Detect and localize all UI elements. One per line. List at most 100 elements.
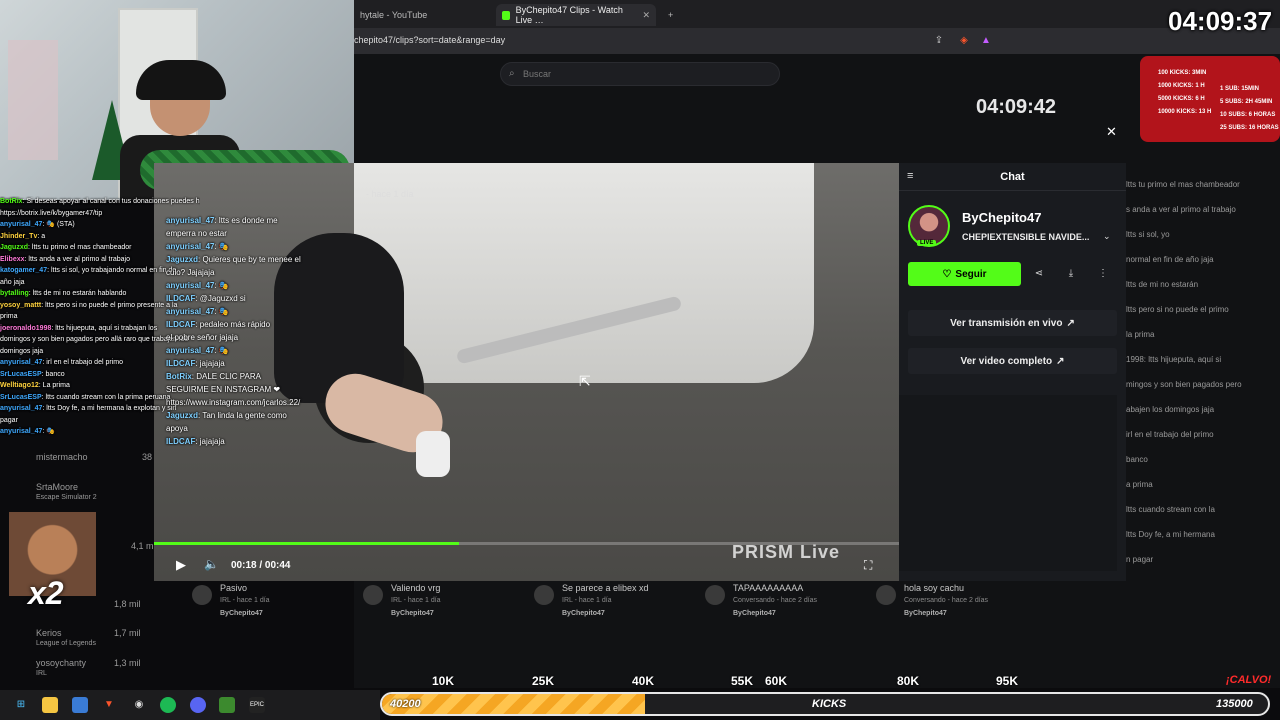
video-progress-bar[interactable] [154, 542, 899, 545]
overlay-chat-message: anyurisal_47: 🎭 [166, 305, 336, 318]
volume-icon[interactable]: 🔈 [204, 557, 220, 571]
overlay-chat-message: ILDCAF: @Jaguzxd si [166, 292, 336, 305]
background-chat-message: ltts cuando stream con la [1126, 505, 1215, 514]
file-explorer-icon[interactable] [42, 697, 58, 713]
watch-full-video-button[interactable]: Ver video completo ↗ [908, 348, 1117, 374]
search-placeholder: Buscar [523, 69, 552, 79]
fullscreen-icon[interactable]: ⛶ [864, 558, 878, 572]
chat-text: : ltts tu primo el mas chambeador [28, 244, 132, 251]
chat-text: : DALE CLIC PARA [191, 372, 261, 381]
chat-username: Jaguzxd [166, 411, 199, 420]
chat-text: : ltts Doy fe, a mi hermana la explotan … [42, 405, 177, 412]
goal-tick: 95K [996, 674, 1019, 688]
sidebar-channel-name[interactable]: SrtaMoore [36, 482, 78, 492]
windows-start-icon[interactable]: ⊞ [13, 697, 29, 713]
sidebar-viewer-count: 4,1 m [131, 541, 154, 551]
chat-text: : Si deseas apoyar al canal con tus dona… [22, 198, 200, 205]
video-truck [354, 163, 814, 383]
chat-text: año jaja [0, 278, 25, 286]
clip-avatar [876, 585, 896, 605]
close-tab-icon[interactable]: ✕ [642, 10, 650, 21]
chevron-down-icon[interactable]: ⌄ [1103, 231, 1111, 242]
clip-card[interactable]: TAPAAAAAAAAA Conversando - hace 2 días B… [705, 583, 865, 623]
sidebar-viewer-count: 1,7 mil [114, 628, 141, 638]
background-chat-message: irl en el trabajo del primo [1126, 430, 1214, 439]
goal-tick: 40K [632, 674, 655, 688]
close-icon[interactable]: ✕ [1106, 124, 1117, 140]
brave-shield-icon[interactable]: ◈ [957, 34, 971, 48]
clip-card[interactable]: Se parece a elibex xd IRL - hace 1 día B… [534, 583, 694, 623]
overlay-chat-message: https://www.instagram.com/jcarlos.22/ [166, 396, 336, 409]
chat-text: prima [0, 313, 18, 320]
overlay-chat-secondary: anyurisal_47: ltts es donde me emperra no… [166, 214, 336, 448]
live-badge: LIVE [917, 240, 937, 246]
chat-username: SrLucasESP [0, 370, 42, 378]
chat-username: Elibexx [0, 255, 25, 263]
channel-name[interactable]: ByChepito47 [962, 210, 1041, 225]
obs-icon[interactable]: ◉ [131, 697, 147, 713]
tab-youtube[interactable]: hytale - YouTube [354, 4, 489, 26]
chat-text: : 🎭 [214, 281, 229, 290]
chat-username: katogamer_47 [0, 267, 48, 274]
panel-title: Chat [1000, 171, 1025, 183]
clip-title: Se parece a elibex xd [562, 583, 649, 593]
clip-title: Pasivo [220, 583, 248, 593]
stream-title: CHEPIEXTENSIBLE NAVIDE... [962, 232, 1090, 242]
new-tab-button[interactable]: + [662, 4, 682, 26]
overlay-chat-message: culo? Jajajaja [166, 266, 336, 279]
chat-username: anyurisal_47 [0, 428, 43, 435]
chat-username: anyurisal_47 [166, 242, 215, 251]
download-icon[interactable]: ⤓ [1064, 267, 1078, 281]
chat-text: : La prima [38, 382, 70, 389]
chat-area [899, 395, 1117, 571]
tab-kick-clips[interactable]: ByChepito47 Clips - Watch Live … ✕ [496, 4, 656, 26]
clip-card[interactable]: hola soy cachu Conversando - hace 2 días… [876, 583, 1036, 623]
chat-text: : Tan linda la gente como [198, 411, 287, 420]
more-options-icon[interactable]: ⋮ [1096, 267, 1110, 281]
chat-username: anyurisal_47 [166, 216, 215, 225]
chat-text: : pedaleo más rápido [195, 320, 271, 329]
sidebar-channel-name[interactable]: yosoychanty [36, 658, 86, 668]
external-link-icon: ↗ [1056, 355, 1065, 367]
overlay-chat-message: anyurisal_47: ltts es donde me [166, 214, 336, 227]
chat-username: yosoy_mattt [0, 301, 42, 309]
chat-username: anyurisal_47 [166, 281, 215, 290]
watch-live-button[interactable]: Ver transmisión en vivo ↗ [908, 310, 1117, 336]
prize-item: 1 SUB: 15MIN [1220, 86, 1260, 92]
share-icon[interactable]: ⇪ [932, 34, 946, 48]
video-person-shoe [416, 431, 450, 477]
epic-games-icon[interactable]: EPIC [249, 697, 265, 713]
kick-favicon-icon [502, 10, 510, 20]
sidebar-viewer-count: 1,3 mil [114, 658, 141, 668]
sidebar-channel-category: League of Legends [36, 640, 96, 647]
browser-tab-bar: hytale - YouTube ByChepito47 Clips - Wat… [354, 0, 1280, 28]
sidebar-channel-name[interactable]: Kerios [36, 628, 62, 638]
play-icon[interactable]: ▶ [176, 557, 190, 572]
chat-username: bytalling [0, 290, 29, 297]
prize-item: 100 KICKS: 3MIN [1158, 70, 1207, 76]
chat-username: anyurisal_47 [0, 221, 43, 228]
brave-browser-icon[interactable]: ▼ [101, 697, 117, 713]
follow-button[interactable]: ♡ Seguir [908, 262, 1021, 286]
search-input[interactable]: ⌕ Buscar [500, 62, 780, 86]
spotify-icon[interactable] [160, 697, 176, 713]
watch-live-label: Ver transmisión en vivo [950, 317, 1063, 329]
chat-text: : ltts cuando stream con la prima peruan… [41, 393, 171, 401]
chat-text: : ltts hijueputa, aquí si trabajan los [51, 324, 158, 332]
discord-icon[interactable] [190, 697, 206, 713]
clip-card[interactable]: Valiendo vrg IRL - hace 1 día ByChepito4… [363, 583, 523, 623]
prize-item: 10000 KICKS: 13 H [1158, 109, 1212, 115]
background-chat-message: n pagar [1126, 555, 1154, 564]
chat-username: SrLucasESP [0, 393, 42, 401]
url-field[interactable]: chepito47/clips?sort=date&range=day [354, 35, 505, 45]
minecraft-icon[interactable] [219, 697, 235, 713]
clip-title: Valiendo vrg [391, 583, 441, 593]
chat-text: apoya [166, 424, 188, 433]
share-icon[interactable]: ⋖ [1032, 267, 1046, 281]
brave-rewards-icon[interactable]: ▲ [979, 34, 993, 48]
chat-text: : ltts es donde me [214, 216, 278, 225]
photos-icon[interactable] [72, 697, 88, 713]
clip-card[interactable]: Pasivo IRL - hace 1 día ByChepito47 [192, 583, 352, 623]
background-chat-message: ltts tu primo el mas chambeador [1126, 180, 1240, 189]
chat-text: : 🎭 [42, 428, 56, 435]
